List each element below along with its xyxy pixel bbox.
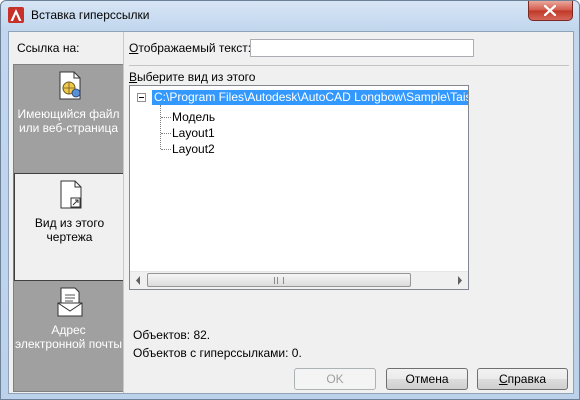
email-icon [57, 287, 83, 317]
scrollbar-thumb[interactable] [147, 273, 411, 287]
select-view-label: Выберите вид из этого [129, 70, 255, 84]
tree-connector [161, 149, 171, 150]
window-title: Вставка гиперссылки [31, 8, 150, 22]
display-text-accel: О [129, 41, 139, 55]
sidebar-item-drawing-view[interactable]: Вид из этого чертежа [14, 173, 123, 281]
sidebar-item-email-label-1: Адрес [51, 323, 86, 337]
sidebar-item-drawing-view-label-1: Вид из этого [34, 216, 105, 230]
sidebar-item-existing-file-label-2: или веб-страница [18, 121, 119, 135]
tree-root-node[interactable]: C:\Program Files\Autodesk\AutoCAD Longbo… [152, 90, 468, 105]
select-view-accel: В [129, 70, 138, 84]
objects-count: Объектов: 82. [133, 328, 211, 342]
link-to-label: Ссылка на: [17, 41, 80, 55]
sidebar-item-email-label-2: электронной почты [14, 337, 122, 351]
view-tree[interactable]: C:\Program Files\Autodesk\AutoCAD Longbo… [129, 85, 469, 290]
help-label-rest: правка [507, 372, 547, 386]
close-icon [544, 5, 556, 16]
select-view-label-rest: ыберите вид из этого [137, 70, 256, 84]
sidebar-item-email[interactable]: Адрес электронной почты [14, 281, 123, 389]
file-globe-icon [59, 71, 81, 100]
scroll-right-icon[interactable] [451, 272, 468, 289]
hyperlink-dialog: Вставка гиперссылки Ссылка на: Имеющийся… [0, 0, 580, 400]
scroll-left-icon[interactable] [130, 272, 147, 289]
collapse-toggle-icon[interactable] [137, 93, 146, 102]
scroll-grip-icon [274, 277, 284, 284]
help-accel: С [498, 372, 508, 386]
display-text-input[interactable] [250, 39, 474, 57]
drawing-view-icon [60, 180, 82, 209]
sidebar-item-existing-file-label-1: Имеющийся файл [17, 107, 120, 121]
autocad-logo-icon [8, 7, 24, 23]
tree-connector [160, 105, 161, 149]
dialog-body: Ссылка на: Имеющийся файл или веб-страни… [8, 31, 574, 394]
ok-button[interactable]: OK [294, 368, 376, 390]
tree-connector [161, 133, 171, 134]
hyperlinked-objects-count: Объектов с гиперссылками: 0. [133, 346, 302, 360]
panel-divider [123, 32, 124, 393]
cancel-button[interactable]: Отмена [386, 368, 468, 390]
sidebar-item-existing-file[interactable]: Имеющийся файл или веб-страница [14, 65, 123, 173]
horizontal-scrollbar[interactable] [130, 271, 468, 289]
close-button[interactable] [528, 1, 573, 21]
link-type-sidebar: Имеющийся файл или веб-страница Вид из э… [13, 64, 124, 392]
tree-connector [161, 117, 171, 118]
title-bar[interactable]: Вставка гиперссылки [1, 1, 579, 31]
separator-line [129, 65, 569, 66]
sidebar-item-drawing-view-label-2: чертежа [46, 230, 93, 244]
display-text-label: Отображаемый текст: [129, 41, 251, 55]
help-button[interactable]: Справка [477, 368, 568, 390]
tree-node-layout1[interactable]: Layout1 [172, 126, 215, 141]
tree-node-layout2[interactable]: Layout2 [172, 142, 215, 157]
tree-node-model[interactable]: Модель [172, 110, 215, 125]
display-text-label-rest: тображаемый текст: [138, 41, 252, 55]
